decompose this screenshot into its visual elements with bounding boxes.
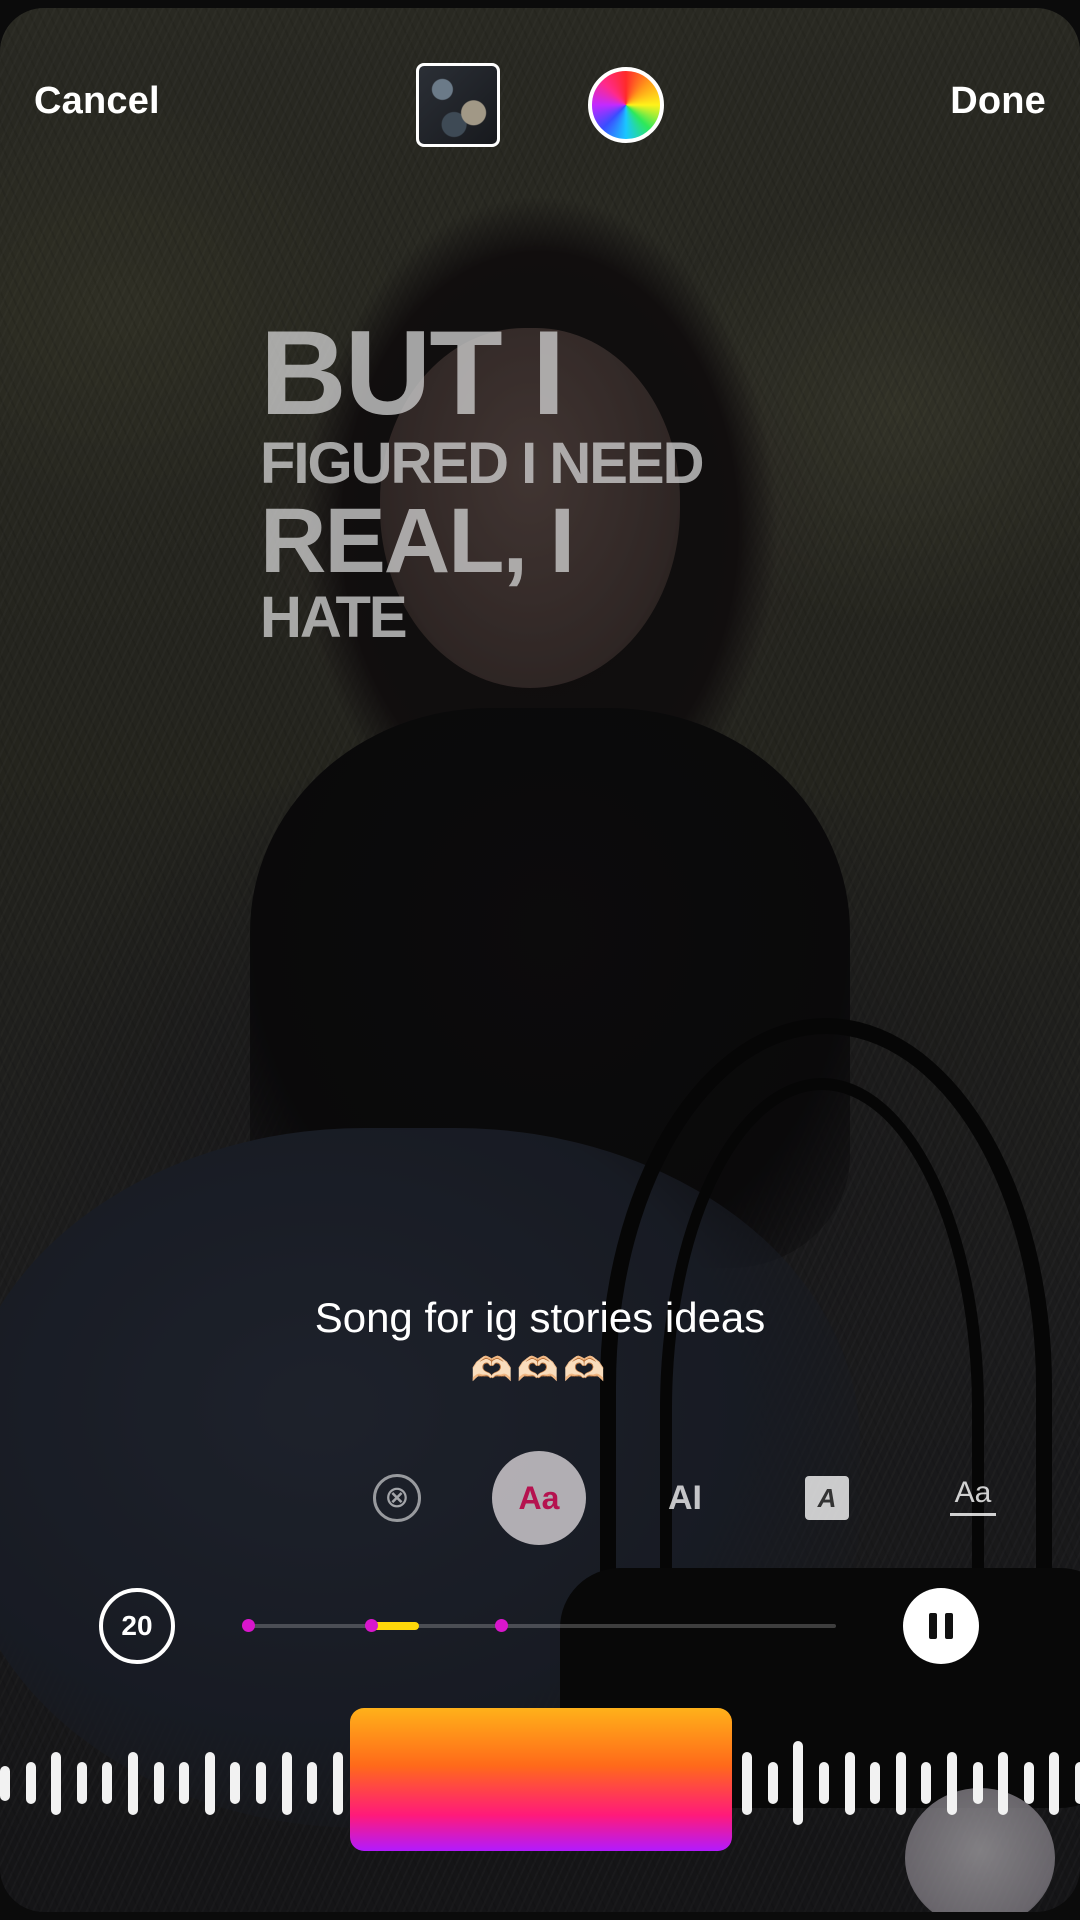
lyric-line: FIGURED I NEED	[260, 431, 704, 496]
waveform-bar	[127, 1751, 138, 1815]
done-button[interactable]: Done	[950, 80, 1046, 123]
style-option-underline[interactable]: Aa	[950, 1473, 996, 1516]
waveform-bar	[998, 1751, 1009, 1815]
waveform-bar	[1023, 1762, 1034, 1804]
story-editor-screen: Cancel Done BUT I FIGURED I NEED REAL, I…	[0, 8, 1080, 1912]
style-option-typewriter[interactable]: AI	[655, 1468, 715, 1528]
timeline-selected-segment	[371, 1622, 419, 1630]
pause-icon[interactable]	[903, 1588, 979, 1664]
waveform-bar	[921, 1762, 932, 1804]
waveform-bar	[307, 1762, 318, 1804]
lyrics-sticker[interactable]: BUT I FIGURED I NEED REAL, I HATE	[260, 306, 704, 650]
cancel-button[interactable]: Cancel	[34, 80, 160, 123]
color-picker-icon[interactable]	[588, 67, 664, 143]
timeline-marker	[242, 1619, 255, 1632]
style-option-label: Aa	[518, 1479, 560, 1516]
caption-emoji: 🫶🏻🫶🏻🫶🏻	[470, 1351, 610, 1389]
clip-timeline[interactable]	[242, 1619, 836, 1632]
waveform-bar	[895, 1751, 906, 1815]
lyric-line: HATE	[260, 585, 408, 650]
waveform-bar	[76, 1762, 87, 1804]
waveform-bar	[1074, 1762, 1080, 1804]
waveform-bar	[0, 1765, 10, 1801]
waveform-bar	[332, 1751, 343, 1815]
caption-title: Song for ig stories ideas	[314, 1294, 766, 1341]
style-option-boxed[interactable]: A	[805, 1476, 849, 1520]
waveform-bar	[153, 1762, 164, 1804]
waveform-bar	[767, 1762, 778, 1804]
album-art-thumbnail[interactable]	[416, 63, 500, 147]
waveform-bar	[255, 1762, 266, 1804]
waveform-bar	[51, 1751, 62, 1815]
waveform-bar	[230, 1762, 241, 1804]
waveform-bar	[179, 1762, 190, 1804]
waveform-bar	[204, 1751, 215, 1815]
waveform-bar	[819, 1762, 829, 1804]
caption-text: Song for ig stories ideas 🫶🏻🫶🏻🫶🏻	[0, 1294, 1080, 1390]
style-option-bold[interactable]: Aa	[492, 1451, 586, 1545]
waveform-bar	[844, 1751, 855, 1815]
waveform-bar	[25, 1762, 36, 1804]
lyric-line: REAL, I	[260, 490, 575, 592]
waveform-bar	[281, 1751, 292, 1815]
waveform-bar	[972, 1762, 983, 1804]
remove-lyrics-icon[interactable]: ⊗	[373, 1474, 421, 1522]
waveform-bar	[793, 1741, 804, 1825]
waveform-bar	[102, 1762, 113, 1804]
waveform-bar	[946, 1751, 957, 1815]
waveform-bar	[870, 1762, 881, 1804]
duration-button[interactable]: 20	[99, 1588, 175, 1664]
waveform-bar	[742, 1751, 753, 1815]
timeline-marker	[494, 1619, 508, 1632]
clip-selection-frame[interactable]	[350, 1708, 732, 1851]
waveform-bar	[1049, 1751, 1060, 1815]
lyric-line: BUT I	[260, 306, 565, 440]
